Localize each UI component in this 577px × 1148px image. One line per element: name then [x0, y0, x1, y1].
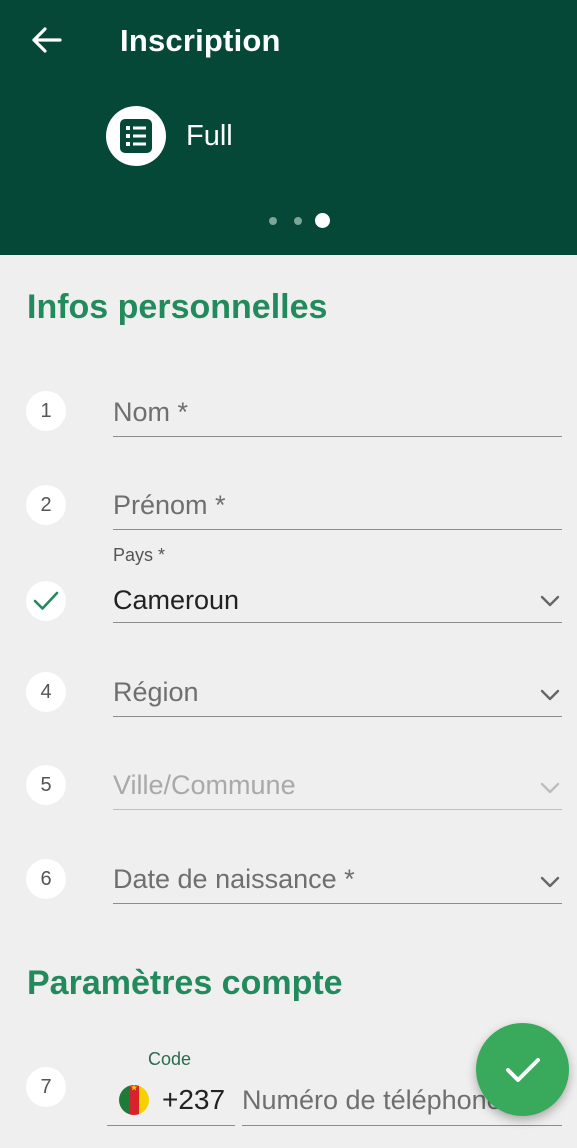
code-label: Code	[148, 1049, 192, 1069]
country-code-select[interactable]: ★ +237	[107, 1076, 235, 1126]
check-icon	[505, 1057, 540, 1082]
page-dot[interactable]	[294, 217, 302, 225]
page-dot[interactable]	[269, 217, 277, 225]
pays-label: Pays *	[113, 545, 166, 565]
check-icon	[33, 591, 59, 610]
region-placeholder: Région	[113, 677, 199, 707]
nom-field[interactable]: Nom *	[113, 387, 562, 437]
country-code-value: +237	[162, 1084, 226, 1115]
ville-placeholder: Ville/Commune	[113, 770, 296, 800]
submit-fab-button[interactable]	[476, 1023, 569, 1116]
chevron-down-icon	[540, 595, 560, 607]
step-badge: 4	[26, 672, 66, 712]
step-badge: 5	[26, 765, 66, 805]
page-title: Inscription	[120, 23, 281, 58]
back-button[interactable]	[24, 20, 68, 60]
region-select[interactable]: Région	[113, 667, 562, 717]
step-badge-completed	[26, 581, 66, 621]
mode-label: Full	[186, 120, 233, 152]
prenom-field[interactable]: Prénom *	[113, 480, 562, 530]
step-badge: 1	[26, 391, 66, 431]
step-badge: 2	[26, 485, 66, 525]
date-naissance-placeholder: Date de naissance *	[113, 864, 355, 894]
pays-select[interactable]: Cameroun	[113, 573, 562, 623]
phone-number-placeholder: Numéro de téléphone	[242, 1085, 502, 1115]
nom-placeholder: Nom *	[113, 397, 189, 427]
chevron-down-icon	[540, 782, 560, 794]
pays-value: Cameroun	[113, 585, 240, 615]
app-header: Inscription Full	[0, 0, 577, 255]
chevron-down-icon	[540, 876, 560, 888]
cameroon-flag-icon: ★	[119, 1085, 149, 1115]
list-icon	[106, 106, 166, 166]
section-title-account: Paramètres compte	[27, 964, 343, 1002]
prenom-placeholder: Prénom *	[113, 490, 226, 520]
step-badge: 6	[26, 859, 66, 899]
arrow-left-icon	[32, 27, 62, 53]
page-dot-active[interactable]	[315, 213, 330, 228]
section-title-personal: Infos personnelles	[27, 288, 328, 326]
chevron-down-icon	[540, 689, 560, 701]
ville-select[interactable]: Ville/Commune	[113, 760, 562, 810]
step-badge: 7	[26, 1067, 66, 1107]
date-naissance-select[interactable]: Date de naissance *	[113, 854, 562, 904]
